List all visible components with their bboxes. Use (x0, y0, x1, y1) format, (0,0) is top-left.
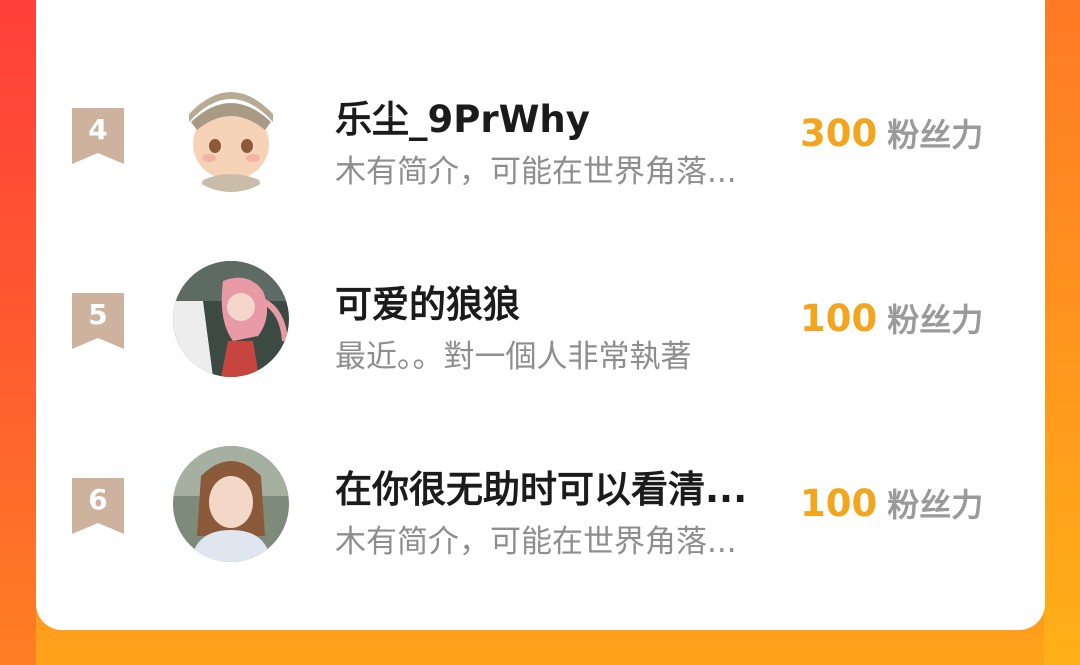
fans-label: 粉丝力 (887, 301, 984, 339)
rank-number: 4 (88, 113, 108, 146)
leaderboard-row[interactable]: 6 在你很无助时可以看清... 木有简介，可能在世界角落... 100 粉丝力 (36, 430, 1045, 580)
fans-score: 100 粉丝力 (800, 295, 983, 341)
avatar-illustration-icon (173, 76, 289, 192)
fans-value: 100 (800, 297, 878, 340)
fans-label: 粉丝力 (887, 116, 984, 154)
fans-score: 100 粉丝力 (800, 480, 983, 526)
user-bio: 木有简介，可能在世界角落... (335, 524, 737, 560)
avatar[interactable] (173, 446, 289, 562)
rank-badge: 6 (72, 478, 124, 534)
fans-value: 100 (800, 482, 878, 525)
avatar-anime-icon (173, 261, 289, 377)
fans-score: 300 粉丝力 (800, 110, 983, 156)
avatar[interactable] (173, 76, 289, 192)
user-name: 乐尘_9PrWhy (335, 98, 590, 141)
user-bio: 木有简介，可能在世界角落... (335, 154, 737, 190)
rank-number: 6 (88, 483, 108, 516)
user-bio: 最近。。對一個人非常執著 (335, 339, 692, 375)
avatar-photo-icon (173, 446, 289, 562)
user-name: 在你很无助时可以看清... (335, 468, 748, 511)
rank-badge: 4 (72, 108, 124, 164)
leaderboard-row[interactable]: 5 可爱的狼狼 最近。。對一個人非常執著 100 粉丝力 (36, 245, 1045, 395)
rank-badge: 5 (72, 293, 124, 349)
avatar[interactable] (173, 261, 289, 377)
user-name: 可爱的狼狼 (335, 283, 520, 326)
rank-number: 5 (88, 298, 108, 331)
background-left-edge (0, 0, 36, 665)
fans-label: 粉丝力 (887, 486, 984, 524)
background-right-edge (1044, 0, 1080, 665)
leaderboard-row[interactable]: 4 乐尘_9PrWhy 木有简介，可能在世界角落... 300 粉丝力 (36, 60, 1045, 210)
fans-value: 300 (800, 112, 878, 155)
